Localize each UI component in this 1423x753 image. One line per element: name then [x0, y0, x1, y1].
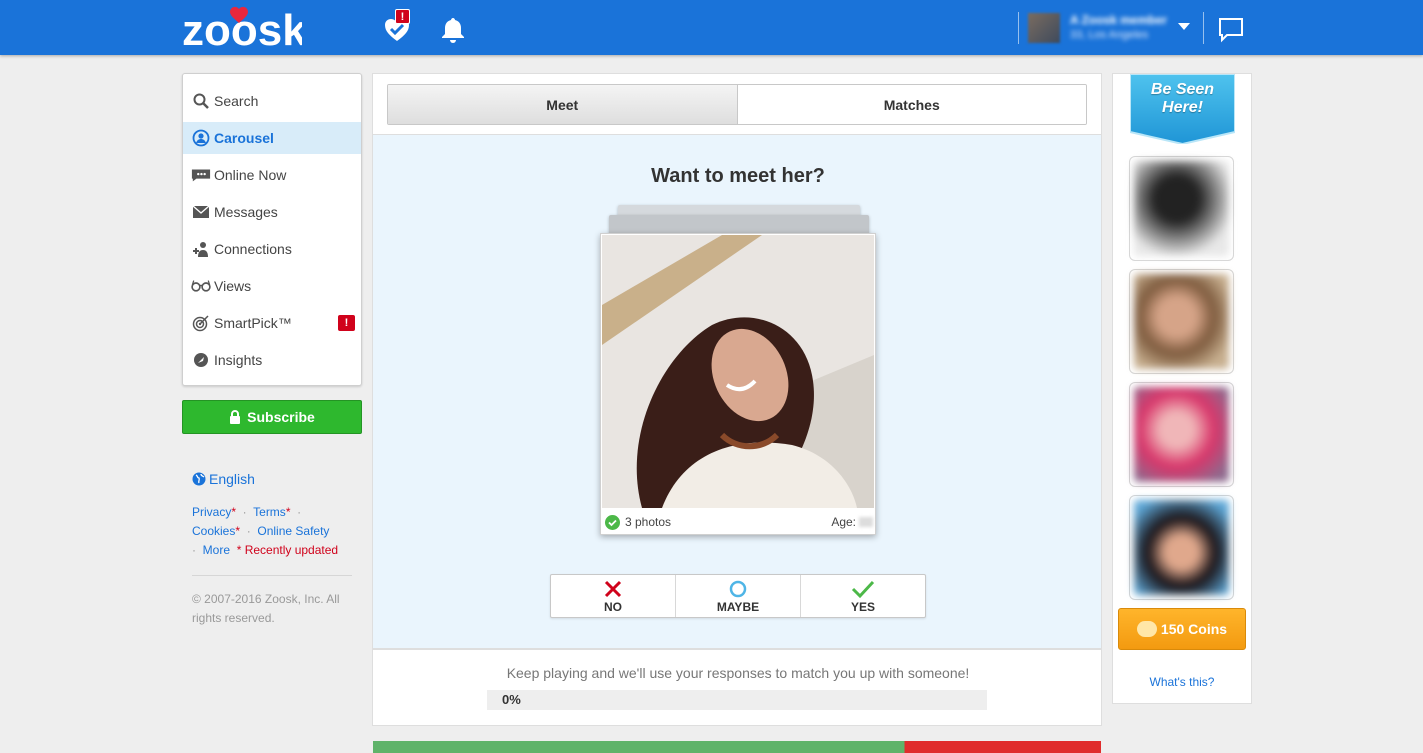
notifications-button[interactable]	[440, 12, 470, 44]
profile-photo[interactable]	[602, 235, 874, 508]
globe-icon	[192, 472, 206, 486]
header-divider	[1018, 12, 1019, 44]
subscribe-label: Subscribe	[247, 409, 315, 425]
sidebar-item-label: Messages	[214, 204, 278, 220]
carousel-panel: Want to meet her? 3 photos Age: NO MAYBE…	[372, 135, 1102, 649]
check-circle-icon	[605, 514, 620, 530]
terms-link[interactable]: Terms	[253, 505, 286, 519]
smartpick-heart-button[interactable]: !	[383, 9, 413, 44]
carousel-icon	[191, 129, 211, 147]
sidebar-item-search[interactable]: Search	[183, 85, 361, 117]
left-navigation: Search Carousel Online Now Messages Conn…	[182, 73, 362, 386]
messages-header-button[interactable]	[1217, 12, 1247, 44]
footer-divider	[192, 575, 352, 576]
x-icon	[604, 580, 622, 597]
check-icon	[851, 580, 875, 598]
chat-bubble-icon	[191, 166, 211, 184]
sidebar-item-online-now[interactable]: Online Now	[183, 159, 361, 191]
featured-profile-thumb[interactable]	[1129, 495, 1234, 600]
coins-icon	[1136, 621, 1157, 637]
sidebar-item-label: Carousel	[214, 130, 274, 146]
sidebar-item-messages[interactable]: Messages	[183, 196, 361, 228]
search-icon	[191, 92, 211, 110]
language-label: English	[209, 471, 255, 487]
whats-this-link[interactable]: What's this?	[1113, 675, 1251, 689]
sidebar-item-label: Connections	[214, 241, 292, 257]
tab-matches[interactable]: Matches	[737, 85, 1086, 124]
sidebar-item-label: SmartPick™	[214, 315, 292, 331]
smartpick-alert-badge: !	[395, 9, 410, 24]
insights-icon	[191, 351, 211, 369]
age-label: Age:	[831, 515, 856, 529]
subscribe-button[interactable]: Subscribe	[182, 400, 362, 434]
user-name[interactable]: A Zoosk member	[1070, 13, 1167, 27]
lock-icon	[230, 410, 241, 424]
sidebar-item-insights[interactable]: Insights	[183, 344, 361, 376]
sidebar-item-carousel[interactable]: Carousel	[183, 122, 361, 154]
featured-profile-photo	[1134, 500, 1229, 595]
recently-updated-note: * Recently updated	[236, 543, 339, 557]
coins-button[interactable]: 150 Coins	[1118, 608, 1246, 650]
user-avatar[interactable]	[1028, 13, 1060, 43]
speech-bubble-icon	[1219, 18, 1243, 43]
meet-question: Want to meet her?	[651, 165, 825, 187]
sidebar-item-label: Views	[214, 278, 252, 294]
copyright-text: © 2007-2016 Zoosk, Inc. All rights reser…	[192, 592, 340, 625]
user-location: 33, Los Angeles	[1070, 29, 1149, 41]
coins-label: 150 Coins	[1160, 621, 1228, 637]
top-bar: zoosk ! A Zoosk member 33, Los Angeles	[0, 0, 1423, 55]
smartpick-alert-badge: !	[338, 315, 355, 331]
age-value-blurred	[859, 517, 873, 527]
glasses-icon	[191, 277, 211, 295]
right-column: Be Seen Here! 150 Coins What's this?	[1112, 73, 1252, 704]
language-selector[interactable]: English	[192, 471, 255, 487]
footer-links: Privacy* · Terms* · Cookies* · Online Sa…	[192, 505, 339, 557]
featured-profile-thumb[interactable]	[1129, 382, 1234, 487]
maybe-label: MAYBE	[716, 599, 760, 614]
progress-message: Keep playing and we'll use your response…	[506, 665, 970, 681]
envelope-icon	[191, 203, 211, 221]
sidebar-item-label: Insights	[214, 352, 263, 368]
header-divider	[1203, 12, 1204, 44]
no-label: NO	[604, 599, 622, 614]
tabs-panel: Meet Matches	[372, 73, 1102, 135]
photo-count[interactable]: 3 photos	[625, 515, 671, 529]
cookies-link[interactable]: Cookies	[192, 524, 235, 538]
yes-button[interactable]: YES	[800, 575, 925, 617]
tab-meet[interactable]: Meet	[388, 85, 738, 124]
zoosk-logo[interactable]: zoosk	[182, 3, 302, 51]
bell-icon	[442, 18, 464, 43]
progress-percent: 0%	[502, 692, 521, 707]
maybe-button[interactable]: MAYBE	[675, 575, 800, 617]
chevron-down-icon[interactable]	[1178, 23, 1190, 30]
yes-label: YES	[850, 599, 875, 614]
online-safety-link[interactable]: Online Safety	[257, 524, 329, 538]
profile-card[interactable]: 3 photos Age:	[600, 233, 876, 535]
more-link[interactable]: More	[203, 543, 230, 557]
be-seen-text: Be Seen Here!	[1150, 81, 1215, 116]
sidebar-item-label: Online Now	[214, 167, 287, 183]
sidebar-item-label: Search	[214, 93, 259, 109]
progress-bar: 0%	[487, 690, 987, 710]
sidebar-item-smartpick[interactable]: SmartPick™ !	[183, 307, 361, 339]
featured-profile-thumb[interactable]	[1129, 269, 1234, 374]
privacy-link[interactable]: Privacy	[192, 505, 231, 519]
tab-bar: Meet Matches	[387, 84, 1087, 125]
sidebar-item-connections[interactable]: Connections	[183, 233, 361, 265]
featured-profile-thumb[interactable]	[1129, 156, 1234, 261]
circle-icon	[729, 580, 747, 597]
sidebar-item-views[interactable]: Views	[183, 270, 361, 302]
vote-buttons: NO MAYBE YES	[550, 574, 926, 618]
featured-profile-photo	[1134, 274, 1229, 369]
connections-icon	[191, 240, 211, 258]
progress-panel: Keep playing and we'll use your response…	[372, 649, 1102, 726]
profile-age: Age:	[831, 515, 873, 529]
profile-card-footer: 3 photos Age:	[605, 513, 873, 531]
target-icon	[191, 314, 211, 332]
no-button[interactable]: NO	[551, 575, 675, 617]
advertisement-banner[interactable]	[373, 741, 1101, 753]
featured-profile-photo	[1134, 387, 1229, 482]
featured-profile-photo	[1134, 161, 1229, 256]
